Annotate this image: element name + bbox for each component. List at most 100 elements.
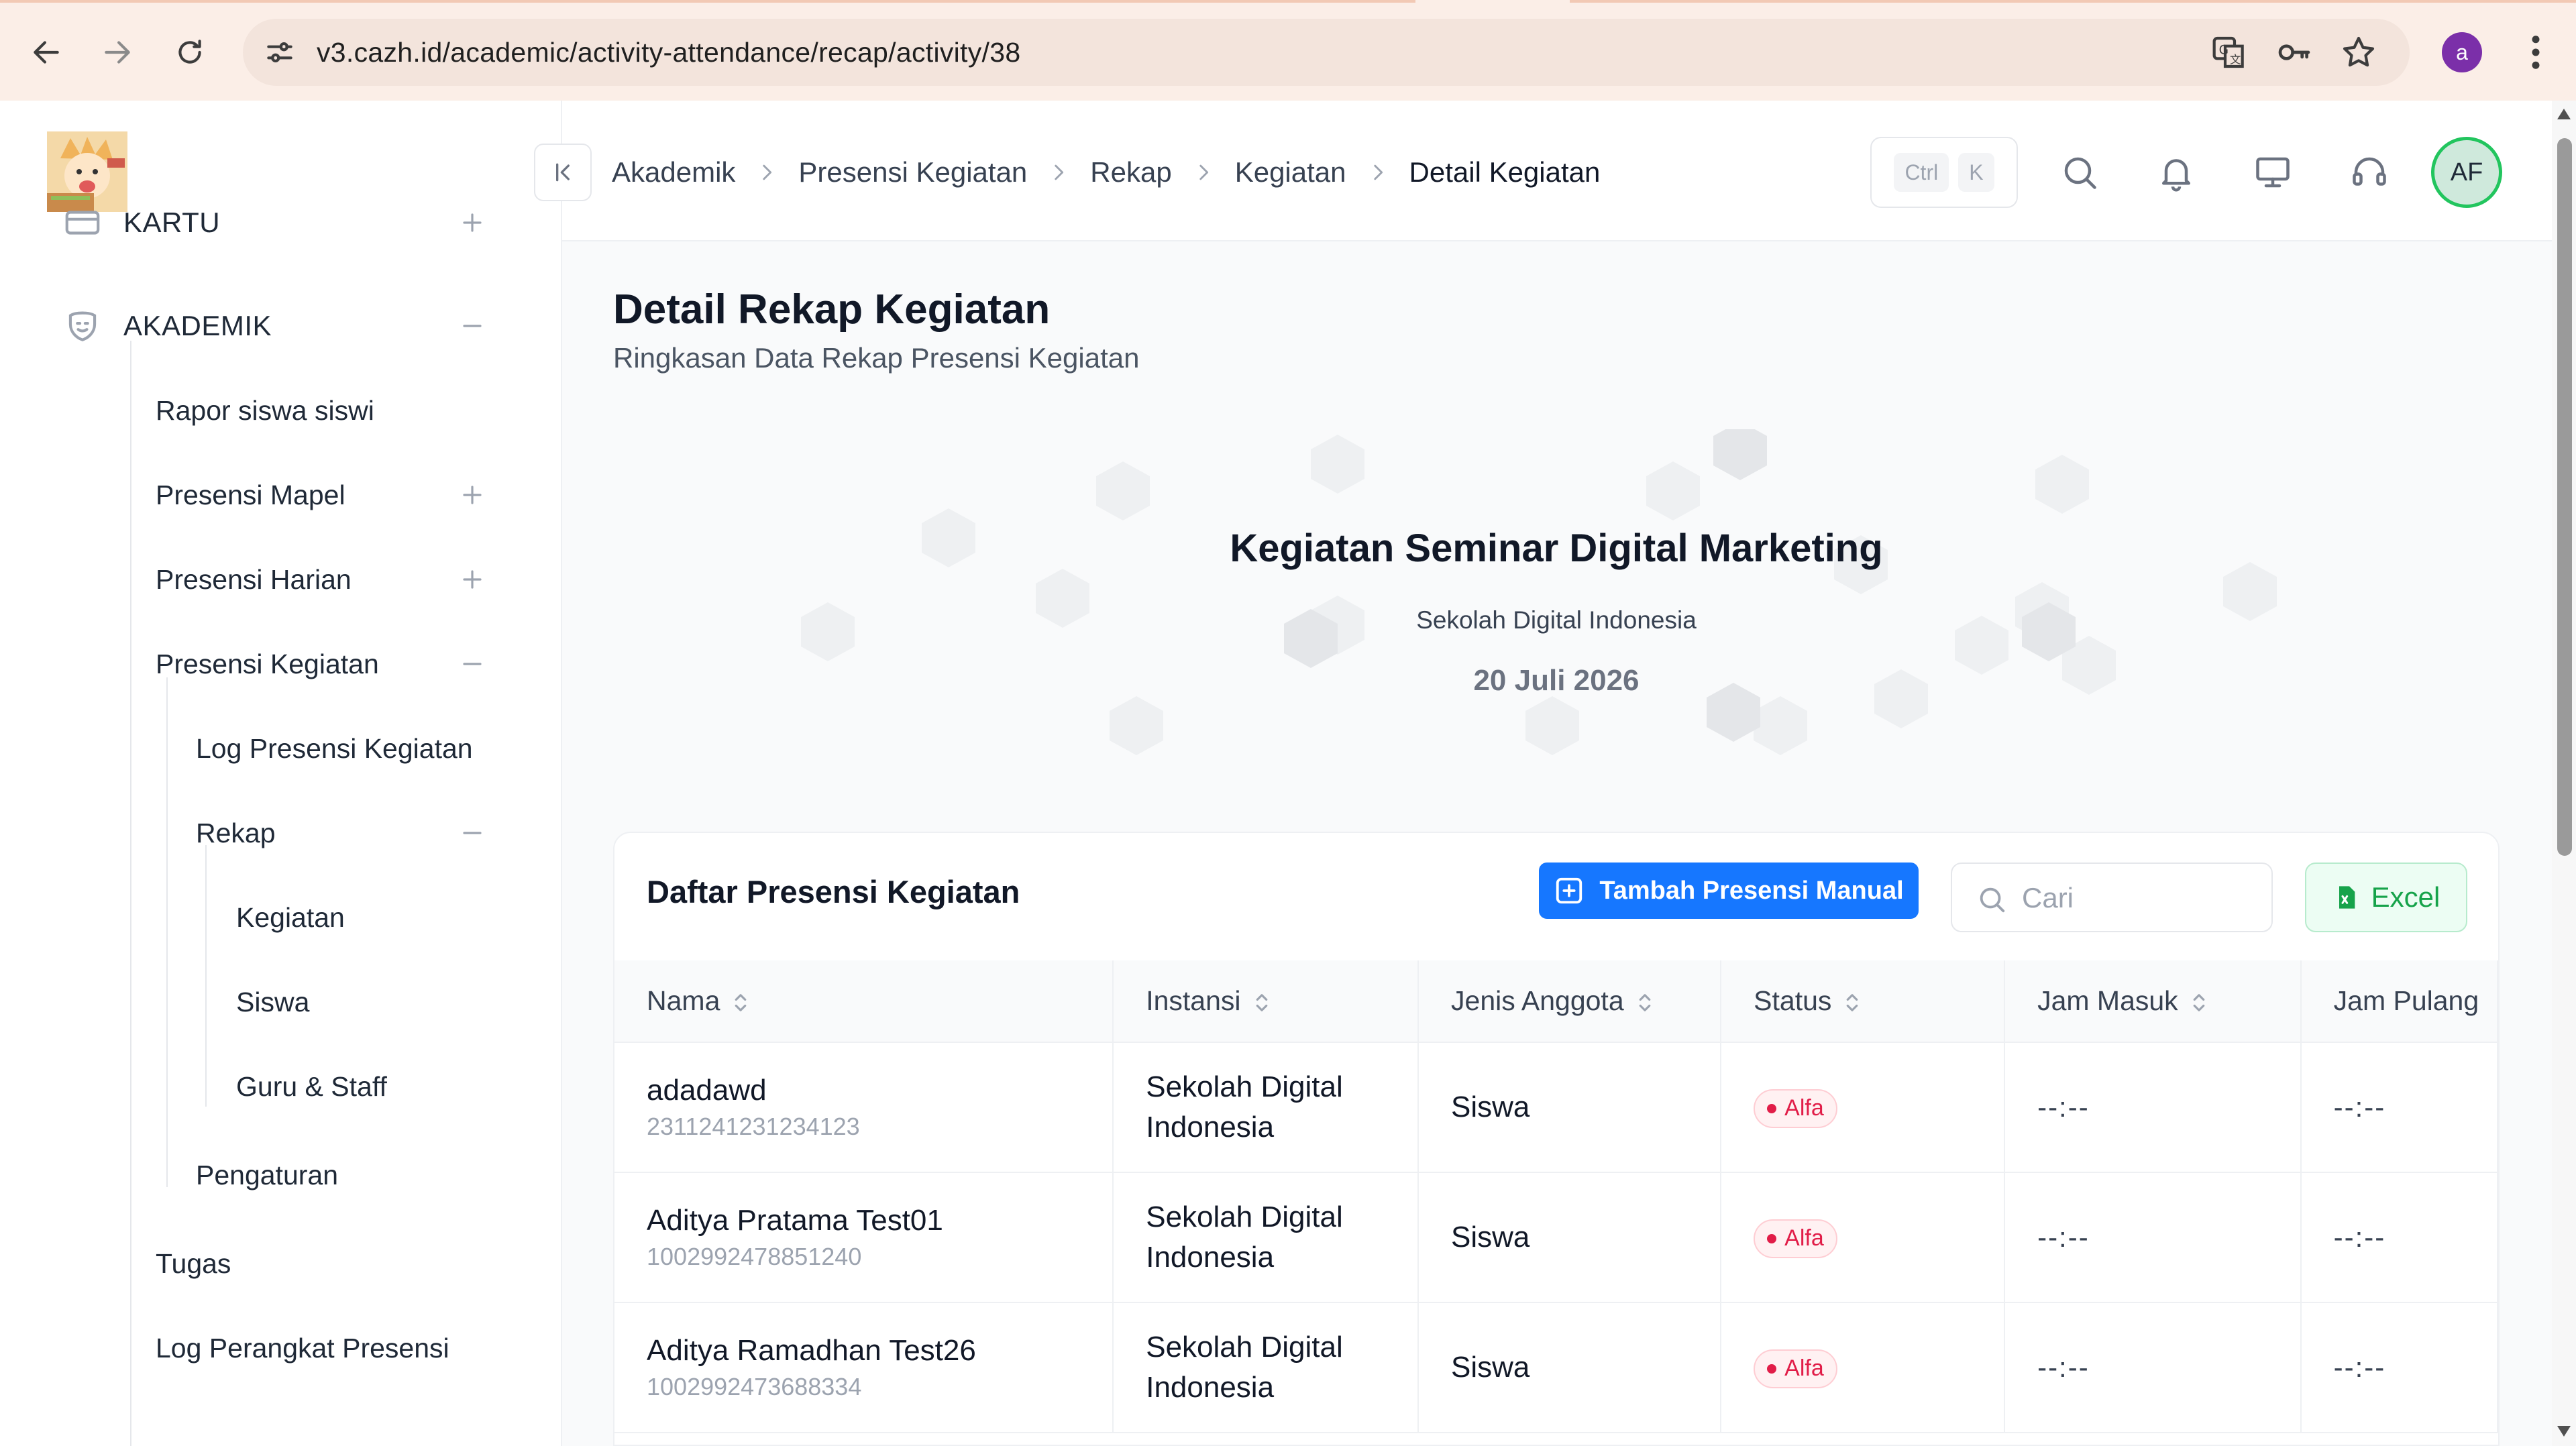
tab-strip-accent [0,0,1415,3]
kbd-k: K [1958,153,1994,192]
sidebar-item-rapor-siswa-siswi[interactable]: Rapor siswa siswi [0,377,561,444]
excel-file-icon [2339,886,2355,909]
sidebar-item-log-presensi-kegiatan[interactable]: Log Presensi Kegiatan [0,715,561,782]
cell-jenis: Siswa [1418,1172,1722,1303]
academic-mask-icon [68,311,97,341]
column-header[interactable]: Nama [614,960,1114,1043]
password-key-icon[interactable] [2275,34,2313,71]
column-header[interactable]: Status [1721,960,2006,1043]
table-row[interactable]: Aditya Pratama Test01 1002992478851240 Sek… [614,1172,2498,1303]
sidebar-item-siswa[interactable]: Siswa [0,968,561,1036]
svg-text:文: 文 [2230,53,2241,66]
scrollbar-thumb[interactable] [2557,138,2572,856]
attendance-list-card: Daftar Presensi Kegiatan Tambah Presensi… [613,832,2500,1446]
command-palette-shortcut[interactable]: Ctrl K [1870,137,2018,208]
jenis-anggota-text: Siswa [1451,1091,1530,1123]
kebab-menu-icon[interactable] [2522,30,2549,74]
cell-status: Alfa [1721,1172,2006,1303]
instansi-text: Sekolah Digital Indonesia [1146,1201,1343,1274]
expand-plus-icon[interactable] [456,207,488,239]
status-dot [1767,1364,1777,1374]
browser-toolbar: v3.cazh.id/academic/activity-attendance/… [0,0,2576,101]
sidebar-item-tugas[interactable]: Tugas [0,1230,561,1297]
sidebar-item-rekap[interactable]: Rekap [0,799,561,867]
jam-pulang-text: --:-- [2333,1221,2386,1253]
chevron-right-icon [1373,164,1383,180]
breadcrumb-item[interactable]: Akademik [612,156,735,188]
reload-button[interactable] [161,23,219,81]
collapse-minus-icon[interactable] [456,310,488,342]
sort-icon[interactable] [1843,991,1861,1015]
sort-icon[interactable] [1253,991,1271,1015]
sidebar-item-label: Tugas [156,1247,231,1279]
cell-jam-masuk: --:-- [2004,1302,2302,1433]
sort-icon[interactable] [2190,991,2208,1015]
status-badge: Alfa [1754,1219,1837,1258]
forward-button[interactable] [89,23,146,81]
breadcrumb: Akademik Presensi Kegiatan Rekap Kegiatan De… [612,144,1600,201]
member-name: Aditya Ramadhan Test26 [647,1334,976,1367]
scroll-down-arrow-icon[interactable] [2556,1425,2572,1438]
table-header-row: Nama Instansi Jenis Anggota Status Jam Masuk… [614,960,2498,1043]
sidebar-item-presensi-mapel[interactable]: Presensi Mapel [0,461,561,529]
bookmark-star-icon[interactable] [2340,34,2377,71]
scroll-up-arrow-icon[interactable] [2556,107,2572,121]
sidebar-item-kartu[interactable]: KARTU [0,189,561,256]
sidebar-item-presensi-kegiatan[interactable]: Presensi Kegiatan [0,630,561,698]
column-header[interactable]: Instansi [1113,960,1419,1043]
sort-icon[interactable] [1636,991,1654,1015]
sidebar-item-label: Pengaturan [196,1159,339,1190]
sidebar-item-presensi-harian[interactable]: Presensi Harian [0,546,561,613]
breadcrumb-item[interactable]: Kegiatan [1235,156,1346,188]
monitor-icon[interactable] [2253,152,2293,192]
kbd-ctrl: Ctrl [1894,153,1949,192]
cell-jam-pulang: --:-- [2300,1302,2498,1433]
status-text: Alfa [1784,1355,1824,1381]
translate-icon[interactable]: G文 [2211,34,2249,71]
cell-name: Aditya Ramadhan Test26 1002992473688334 [614,1302,1114,1433]
column-header[interactable]: Jam Pulang [2300,960,2498,1043]
sidebar-item-log-perangkat-presensi[interactable]: Log Perangkat Presensi [0,1315,561,1382]
breadcrumb-item[interactable]: Rekap [1090,156,1171,188]
export-excel-button[interactable]: Excel [2305,863,2467,932]
cell-status: Alfa [1721,1042,2006,1173]
add-manual-attendance-button[interactable]: Tambah Presensi Manual [1539,863,1919,919]
address-bar[interactable]: v3.cazh.id/academic/activity-attendance/… [243,19,2410,86]
sidebar-item-label: Guru & Staff [236,1070,387,1102]
card-title: Daftar Presensi Kegiatan [647,874,1020,909]
sidebar-item-pengaturan[interactable]: Pengaturan [0,1142,561,1209]
sidebar-item-akademik[interactable]: AKADEMIK [0,292,561,359]
table-row[interactable]: adadawd 2311241231234123 Sekolah Digital I… [614,1042,2498,1173]
breadcrumb-item[interactable]: Presensi Kegiatan [798,156,1027,188]
back-button[interactable] [17,23,75,81]
site-settings-icon[interactable] [263,36,297,69]
expand-plus-icon[interactable] [456,479,488,511]
svg-text:G: G [2219,43,2229,57]
bell-icon[interactable] [2156,152,2196,192]
user-avatar[interactable]: AF [2431,137,2502,208]
headset-icon[interactable] [2349,152,2390,192]
breadcrumb-item: Detail Kegiatan [1409,156,1601,188]
table-row[interactable]: Aditya Ramadhan Test26 1002992473688334 Se… [614,1302,2498,1433]
collapse-minus-icon[interactable] [456,817,488,849]
expand-plus-icon[interactable] [456,563,488,596]
forward-arrow-icon [105,41,130,64]
tab-strip-accent [1570,0,2576,3]
search-icon[interactable] [2059,152,2100,192]
collapse-minus-icon[interactable] [456,648,488,680]
browser-profile-avatar[interactable]: a [2442,32,2482,72]
column-header-label: Status [1754,985,1832,1016]
column-header[interactable]: Jenis Anggota [1418,960,1722,1043]
sidebar-item-kegiatan[interactable]: Kegiatan [0,884,561,951]
cell-instansi: Sekolah Digital Indonesia [1113,1302,1419,1433]
card-icon [65,211,100,235]
sort-icon[interactable] [732,991,749,1015]
collapse-sidebar-button[interactable] [534,144,592,201]
column-header[interactable]: Jam Masuk [2004,960,2302,1043]
url-text[interactable]: v3.cazh.id/academic/activity-attendance/… [317,19,1020,86]
search-field[interactable] [1951,863,2273,932]
sidebar-item-guru-staff[interactable]: Guru & Staff [0,1053,561,1120]
search-input[interactable] [2022,876,2250,920]
sidebar-item-label: AKADEMIK [123,310,272,341]
member-name: adadawd [647,1074,767,1107]
